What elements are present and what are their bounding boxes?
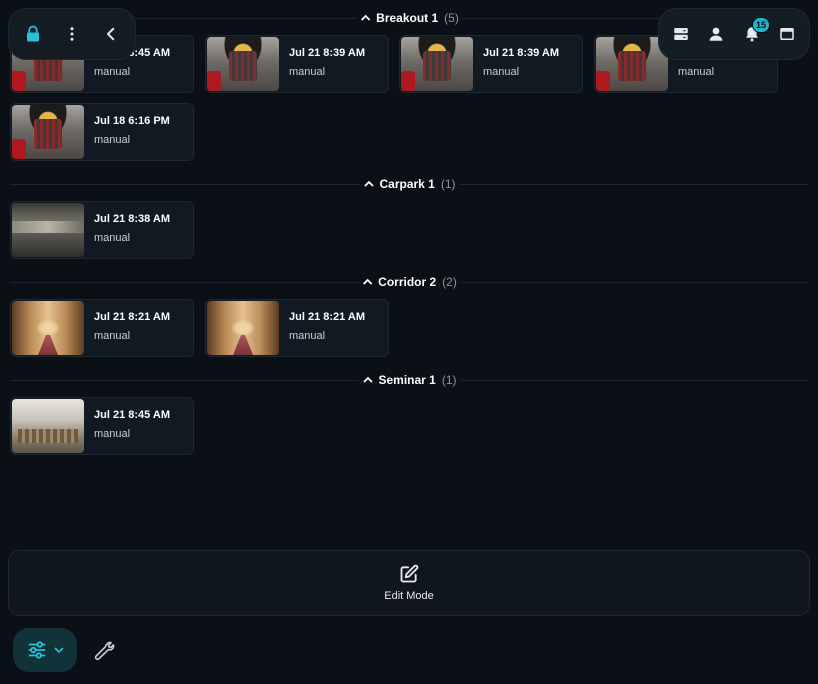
notification-badge: 15 [752, 17, 771, 33]
filter-dropdown-button[interactable] [13, 628, 77, 672]
chevron-up-icon [360, 14, 370, 21]
capture-thumbnail [207, 37, 279, 91]
chevron-up-icon [362, 376, 373, 383]
capture-thumbnail [596, 37, 668, 91]
more-options-button[interactable] [54, 16, 90, 52]
section-count: (1) [440, 177, 456, 191]
server-button[interactable] [663, 16, 699, 52]
section-title[interactable]: Corridor 2 (2) [358, 275, 461, 289]
capture-date: Jul 21 8:21 AM [289, 311, 366, 323]
capture-card[interactable]: Jul 18 6:16 PM manual [10, 103, 194, 161]
notifications-button[interactable]: 15 [734, 16, 771, 52]
capture-type: manual [94, 134, 131, 146]
section-title[interactable]: Breakout 1 (5) [356, 11, 463, 25]
capture-card[interactable]: Jul 21 8:21 AM manual [205, 299, 389, 357]
sliders-icon [28, 641, 46, 659]
chevron-down-icon [54, 647, 64, 654]
capture-thumbnail [12, 301, 84, 355]
tools-button[interactable] [84, 630, 124, 670]
user-icon [709, 27, 723, 41]
edit-icon [400, 564, 419, 583]
wrench-icon [94, 641, 115, 661]
capture-type: manual [289, 330, 326, 342]
chevron-left-icon [107, 27, 115, 41]
chevron-up-icon [362, 278, 372, 285]
capture-thumbnail [207, 301, 279, 355]
edit-mode-label: Edit Mode [384, 590, 434, 602]
capture-type: manual [483, 66, 520, 78]
collapse-button[interactable] [93, 16, 129, 52]
capture-card[interactable]: Jul 21 8:45 AM manual [10, 397, 194, 455]
section-count: (5) [444, 11, 459, 25]
edit-mode-button[interactable]: Edit Mode [8, 550, 810, 616]
card-icon [780, 28, 794, 40]
capture-type: manual [94, 330, 131, 342]
capture-type: manual [289, 66, 326, 78]
server-icon [674, 28, 688, 40]
capture-date: Jul 21 8:21 AM [94, 311, 171, 323]
capture-type: manual [94, 428, 131, 440]
lock-icon [27, 25, 39, 42]
capture-card[interactable]: Jul 21 8:21 AM manual [10, 299, 194, 357]
section-name: Seminar 1 [378, 373, 436, 387]
capture-date: Jul 18 6:16 PM [94, 115, 170, 127]
capture-date: Jul 21 8:39 AM [289, 47, 366, 59]
section-title[interactable]: Carpark 1 (1) [359, 177, 460, 191]
capture-type: manual [678, 66, 715, 78]
capture-type: manual [94, 232, 131, 244]
section-header-seminar[interactable]: Seminar 1 (1) [10, 373, 809, 387]
section-title[interactable]: Seminar 1 (1) [358, 373, 461, 387]
capture-card[interactable]: Jul 21 8:39 AM manual [399, 35, 583, 93]
user-button[interactable] [699, 16, 735, 52]
section-count: (1) [441, 373, 457, 387]
capture-thumbnail [12, 399, 84, 453]
top-left-toolbar [8, 8, 136, 60]
section-name: Corridor 2 [378, 275, 437, 289]
more-vertical-icon [70, 27, 74, 41]
section-name: Breakout 1 [376, 11, 439, 25]
section-header-carpark[interactable]: Carpark 1 (1) [10, 177, 809, 191]
top-right-toolbar: 15 [658, 8, 810, 60]
chevron-up-icon [363, 180, 374, 187]
capture-date: Jul 21 8:39 AM [483, 47, 560, 59]
capture-thumbnail [12, 203, 84, 257]
capture-thumbnail [401, 37, 473, 91]
capture-card[interactable]: Jul 21 8:39 AM manual [205, 35, 389, 93]
section-header-corridor[interactable]: Corridor 2 (2) [10, 275, 809, 289]
section-count: (2) [442, 275, 457, 289]
capture-date: Jul 21 8:38 AM [94, 213, 171, 225]
capture-type: manual [94, 66, 131, 78]
capture-card[interactable]: Jul 21 8:38 AM manual [10, 201, 194, 259]
capture-thumbnail [12, 105, 84, 159]
capture-date: Jul 21 8:45 AM [94, 409, 171, 421]
lock-button[interactable] [15, 16, 51, 52]
section-name: Carpark 1 [379, 177, 435, 191]
card-button[interactable] [770, 16, 806, 52]
